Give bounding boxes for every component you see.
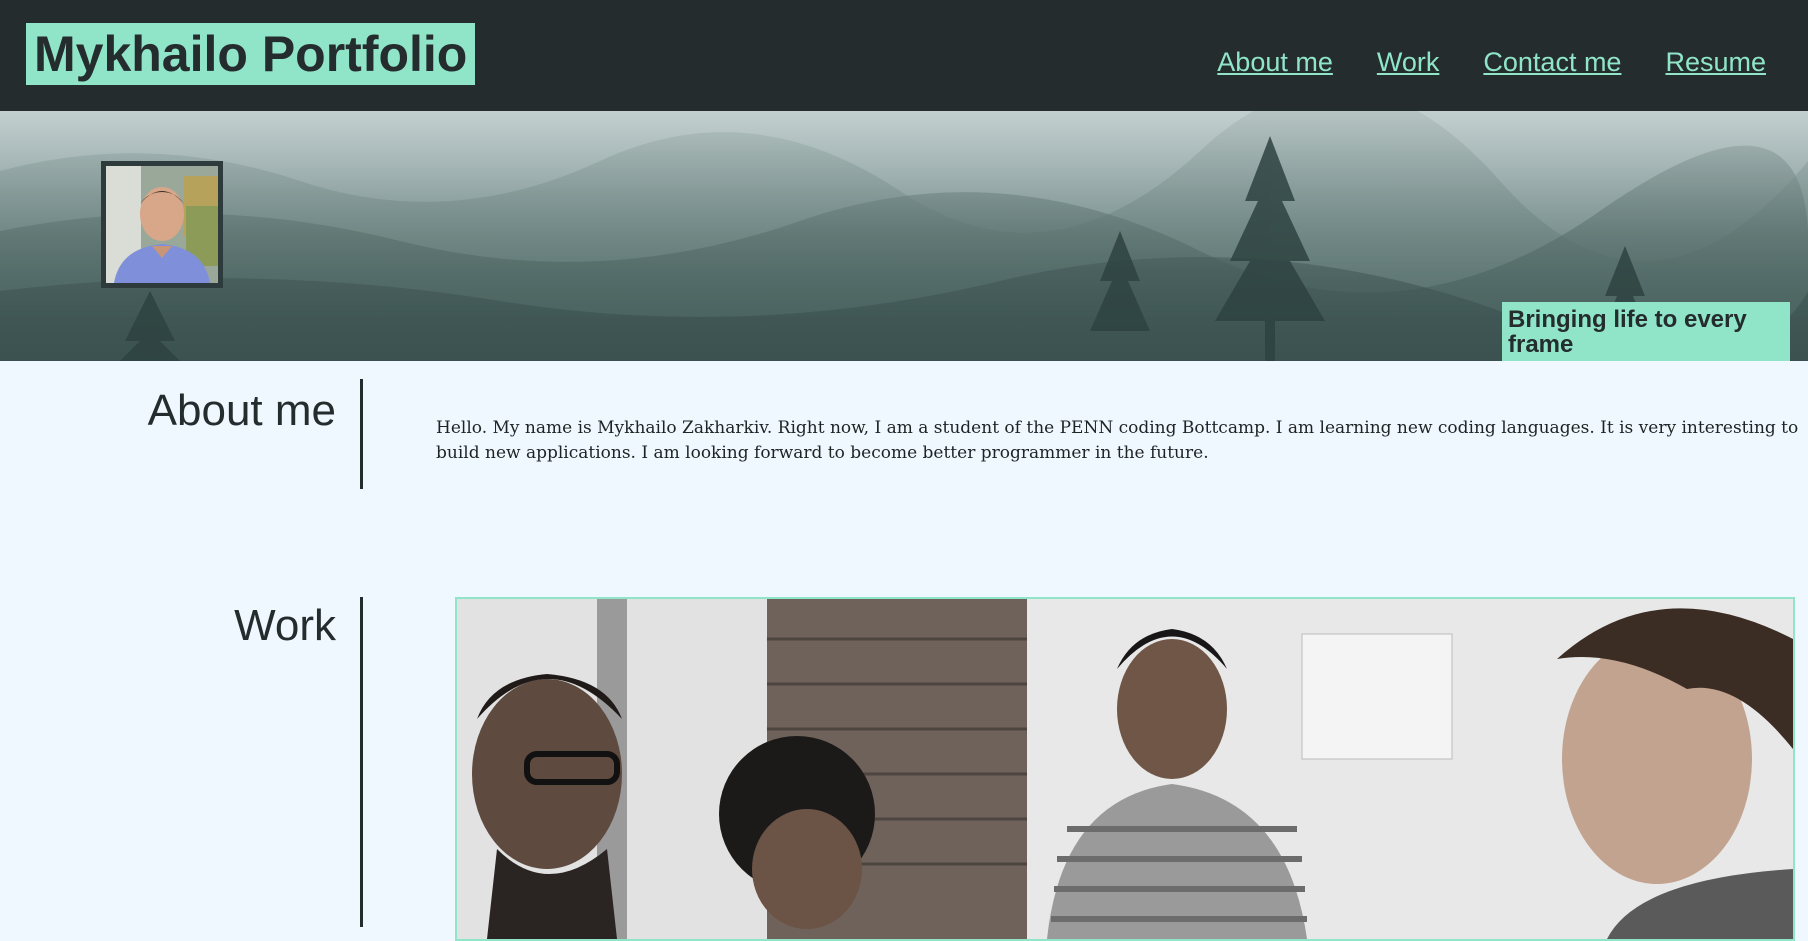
main-nav: About me Work Contact me Resume [1173, 44, 1766, 80]
work-divider [360, 597, 363, 927]
site-title[interactable]: Mykhailo Portfolio [26, 23, 476, 85]
site-header: Mykhailo Portfolio About me Work Contact… [0, 0, 1808, 111]
about-text: Hello. My name is Mykhailo Zakharkiv. Ri… [436, 418, 1799, 463]
nav-link-contact[interactable]: Contact me [1483, 44, 1621, 80]
nav-link-work[interactable]: Work [1377, 44, 1440, 80]
about-divider [360, 379, 363, 489]
hero-banner: Bringing life to every frame [0, 111, 1808, 361]
nav-link-resume[interactable]: Resume [1665, 44, 1766, 80]
hero-tagline: Bringing life to every frame [1502, 302, 1790, 361]
profile-photo [101, 161, 223, 288]
about-heading: About me [147, 386, 336, 435]
work-project-image[interactable] [455, 597, 1795, 941]
work-heading: Work [234, 601, 336, 650]
nav-link-about[interactable]: About me [1217, 44, 1333, 80]
